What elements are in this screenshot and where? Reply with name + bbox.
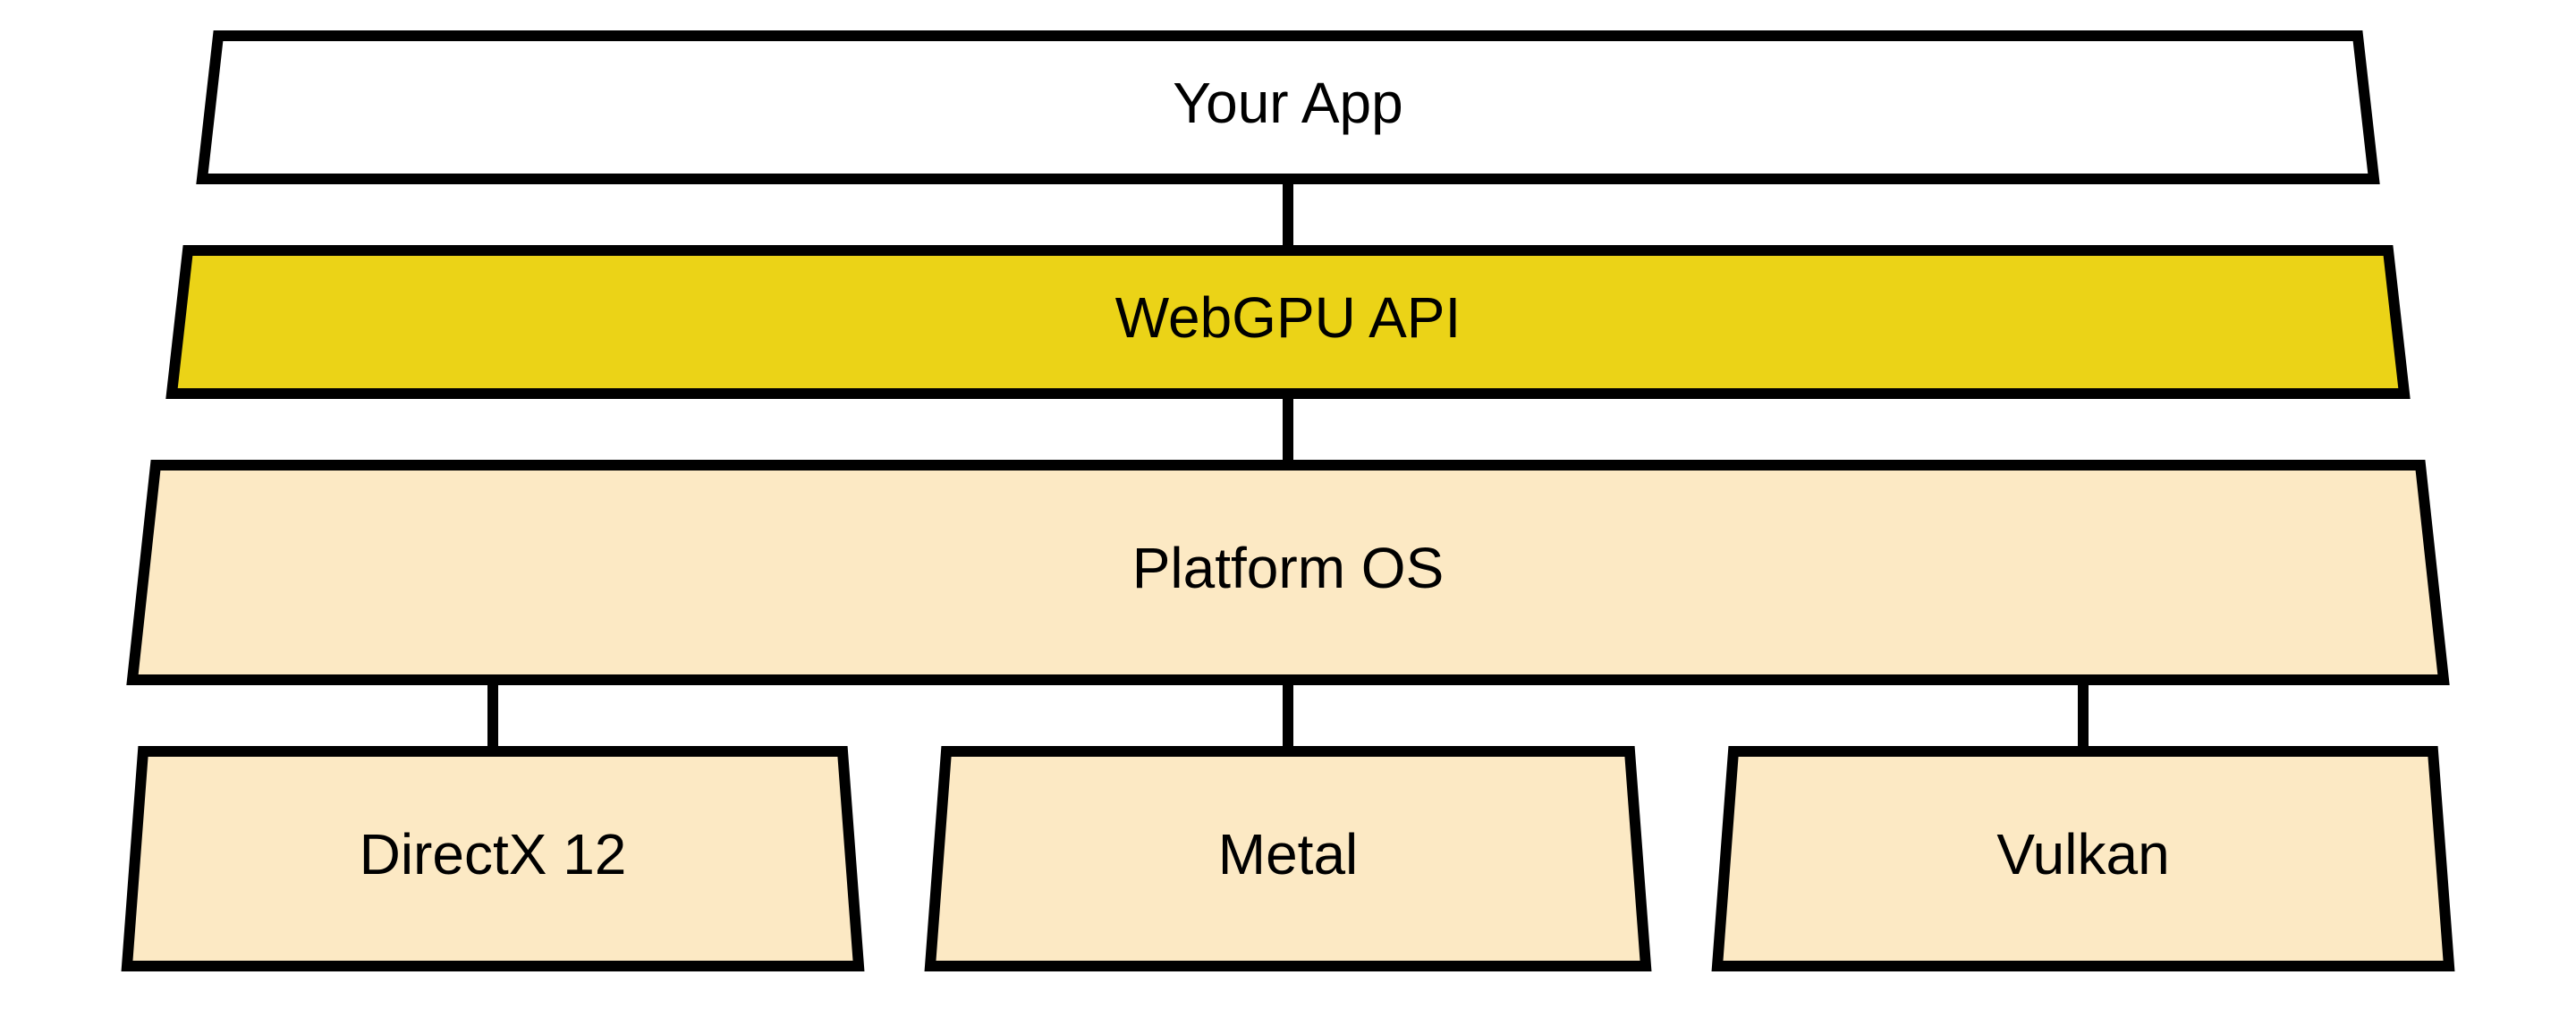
backend-vulkan-label: Vulkan — [1996, 822, 2169, 886]
layer-app: Your App — [202, 36, 2374, 179]
backend-directx-label: DirectX 12 — [360, 822, 627, 886]
layer-api-label: WebGPU API — [1115, 285, 1462, 350]
diagram-svg: Your App WebGPU API Platform OS DirectX … — [0, 0, 2576, 1009]
layer-os: Platform OS — [132, 465, 2444, 680]
layer-backend-metal: Metal — [930, 751, 1646, 966]
webgpu-stack-diagram: Your App WebGPU API Platform OS DirectX … — [0, 0, 2576, 1009]
layer-os-label: Platform OS — [1132, 536, 1445, 600]
layer-backend-directx: DirectX 12 — [127, 751, 859, 966]
layer-app-label: Your App — [1173, 71, 1402, 135]
layer-api: WebGPU API — [172, 250, 2404, 394]
layer-backend-vulkan: Vulkan — [1717, 751, 2449, 966]
backend-metal-label: Metal — [1218, 822, 1359, 886]
